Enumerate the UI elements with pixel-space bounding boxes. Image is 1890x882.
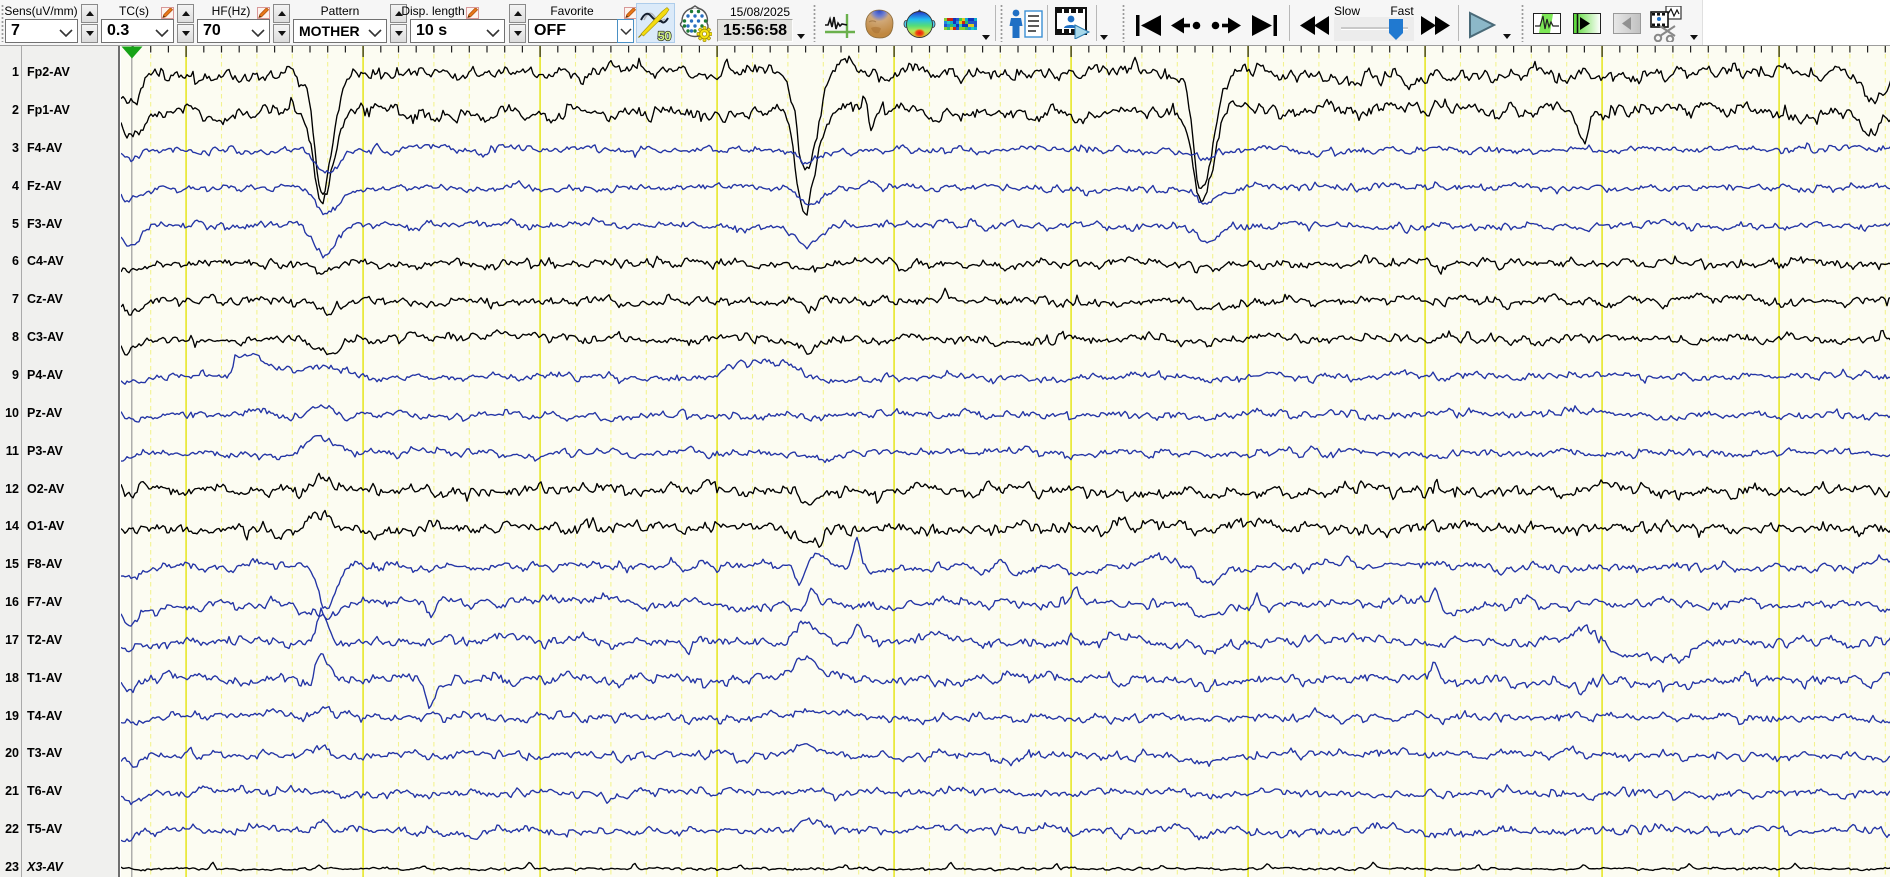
svg-text:50: 50 — [658, 29, 672, 43]
